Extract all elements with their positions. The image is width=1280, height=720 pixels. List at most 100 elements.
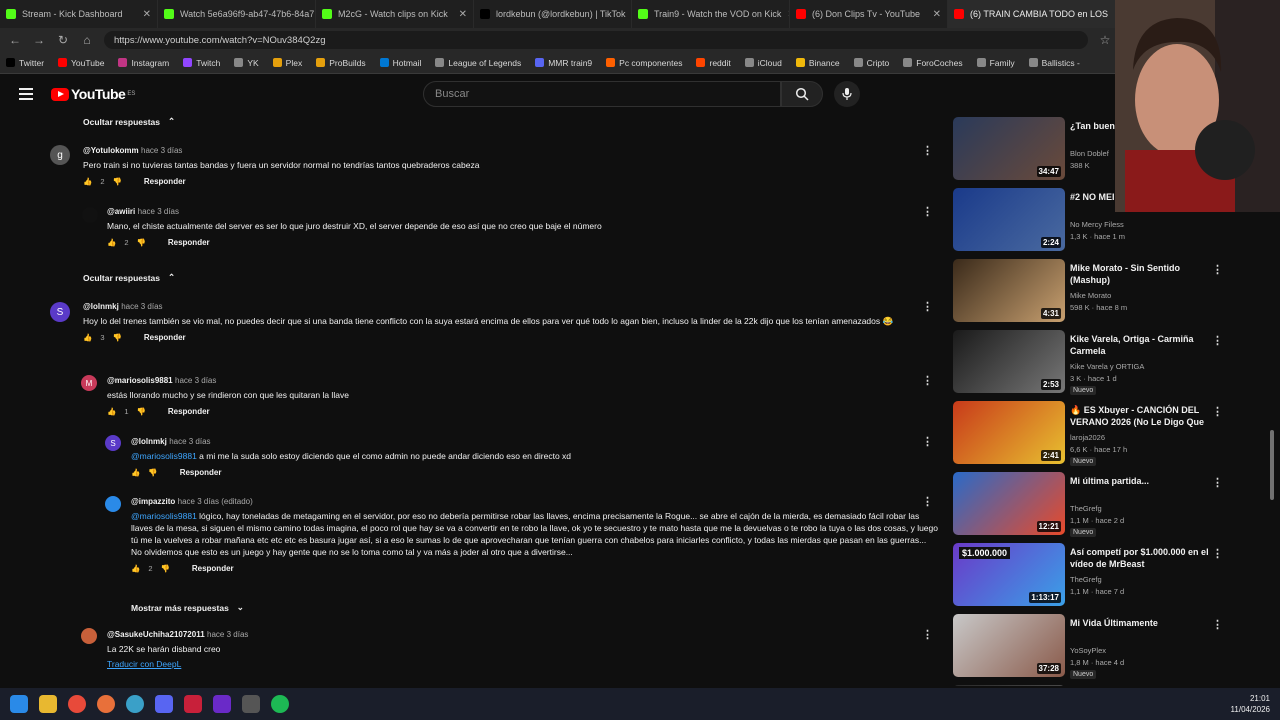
more-options-icon[interactable]: ⋮ xyxy=(922,300,933,313)
like-icon[interactable]: 👍 xyxy=(107,407,116,416)
streaming-app-icon[interactable] xyxy=(213,695,231,713)
video-title[interactable]: Mike Morato - Sin Sentido (Mashup) xyxy=(1070,262,1210,286)
avatar[interactable]: M xyxy=(81,375,97,391)
settings-icon[interactable] xyxy=(242,695,260,713)
comment-time[interactable]: hace 3 días xyxy=(121,302,162,311)
comment-author[interactable]: @Yotulokomm xyxy=(83,146,139,155)
more-options-icon[interactable]: ⋮ xyxy=(922,205,933,218)
discord-icon[interactable] xyxy=(155,695,173,713)
bookmark-item[interactable]: YouTube xyxy=(58,58,104,68)
bookmark-item[interactable]: MMR train9 xyxy=(535,58,592,68)
forward-icon[interactable]: → xyxy=(32,33,46,47)
video-title[interactable]: Kike Varela, Ortiga - Carmiña Carmela xyxy=(1070,333,1210,357)
channel-name[interactable]: laroja2026 xyxy=(1070,433,1105,442)
bookmark-item[interactable]: YK xyxy=(234,58,259,68)
bookmark-star-icon[interactable]: ☆ xyxy=(1098,33,1112,47)
video-title[interactable]: Mi Vida Últimamente xyxy=(1070,617,1210,629)
reply-button[interactable]: Responder xyxy=(144,333,186,342)
youtube-logo[interactable]: YouTube ES xyxy=(51,86,135,102)
browser-tab[interactable]: Watch 5e6a96f9-ab47-47b6-84a7✕ xyxy=(158,0,316,28)
channel-name[interactable]: TheGrefg xyxy=(1070,575,1102,584)
comment-time[interactable]: hace 3 días xyxy=(175,376,216,385)
more-options-icon[interactable]: ⋮ xyxy=(922,374,933,387)
avatar[interactable]: S xyxy=(50,302,70,322)
hide-replies-toggle[interactable]: Ocultar respuestas ⌃ xyxy=(83,272,175,283)
reply-button[interactable]: Responder xyxy=(192,564,234,573)
bookmark-item[interactable]: Plex xyxy=(272,58,302,68)
voice-search-button[interactable] xyxy=(834,81,860,107)
video-thumbnail[interactable]: 37:28 xyxy=(953,614,1065,677)
url-field[interactable]: https://www.youtube.com/watch?v=NOuv384Q… xyxy=(104,31,1088,49)
video-thumbnail[interactable]: $1.000.000 1:13:17 xyxy=(953,543,1065,606)
channel-name[interactable]: Mike Morato xyxy=(1070,291,1111,300)
video-title[interactable]: Mi última partida... xyxy=(1070,475,1210,487)
home-icon[interactable]: ⌂ xyxy=(80,33,94,47)
channel-name[interactable]: Kike Varela y ORTIGA xyxy=(1070,362,1144,371)
bookmark-item[interactable]: Instagram xyxy=(118,58,169,68)
edge-icon[interactable] xyxy=(126,695,144,713)
reply-button[interactable]: Responder xyxy=(180,468,222,477)
recommended-video[interactable]: 2:53 Kike Varela, Ortiga - Carmiña Carmel… xyxy=(950,330,1225,395)
like-icon[interactable]: 👍 xyxy=(107,238,116,247)
close-tab-icon[interactable]: ✕ xyxy=(933,9,941,20)
browser-tab[interactable]: Stream - Kick Dashboard ✕ xyxy=(0,0,158,28)
mention-link[interactable]: @mariosolis9881 xyxy=(131,511,197,521)
comment-time[interactable]: hace 3 días xyxy=(207,630,248,639)
more-options-icon[interactable]: ⋮ xyxy=(922,435,933,448)
comment-time[interactable]: hace 3 días (editado) xyxy=(178,497,253,506)
scrollbar-thumb[interactable] xyxy=(1270,430,1274,500)
channel-name[interactable]: YoSoyPlex xyxy=(1070,646,1106,655)
recommended-video[interactable]: 2:41 🔥 ES Xbuyer - CANCIÓN DEL VERANO 202… xyxy=(950,401,1225,466)
more-options-icon[interactable]: ⋮ xyxy=(922,495,933,508)
bookmark-item[interactable]: Hotmail xyxy=(379,58,421,68)
comment-author[interactable]: @impazzito xyxy=(131,497,175,506)
browser-tab[interactable]: (6) TRAIN CAMBIA TODO en LOS✕ xyxy=(948,0,1116,28)
dislike-icon[interactable]: 👎 xyxy=(137,407,146,416)
bookmark-item[interactable]: Twitter xyxy=(6,58,44,68)
avatar[interactable] xyxy=(82,207,98,223)
reply-button[interactable]: Responder xyxy=(168,238,210,247)
spotify-icon[interactable] xyxy=(271,695,289,713)
browser-tab[interactable]: (6) Don Clips Tv - YouTube ✕ xyxy=(790,0,948,28)
more-options-icon[interactable]: ⋮ xyxy=(1212,476,1223,489)
bookmark-item[interactable]: League of Legends xyxy=(435,58,521,68)
dislike-icon[interactable]: 👎 xyxy=(113,333,122,342)
comment-author[interactable]: @lolnmkj xyxy=(83,302,119,311)
video-thumbnail[interactable]: 2:53 xyxy=(953,330,1065,393)
avatar[interactable]: g xyxy=(50,145,70,165)
reload-icon[interactable]: ↻ xyxy=(56,33,70,47)
video-title[interactable]: Así competí por $1.000.000 en el vídeo d… xyxy=(1070,546,1210,570)
back-icon[interactable]: ← xyxy=(8,33,22,47)
channel-name[interactable]: TheGrefg xyxy=(1070,504,1102,513)
like-icon[interactable]: 👍 xyxy=(83,177,92,186)
recommended-video[interactable]: $1.000.000 1:13:17 Así competí por $1.000.… xyxy=(950,543,1225,607)
avatar[interactable]: S xyxy=(105,435,121,451)
app-icon[interactable] xyxy=(184,695,202,713)
bookmark-item[interactable]: Ballistics - xyxy=(1028,58,1080,68)
more-options-icon[interactable]: ⋮ xyxy=(1212,263,1223,276)
bookmark-item[interactable]: Cripto xyxy=(853,58,889,68)
video-thumbnail[interactable]: 2:24 xyxy=(953,188,1065,251)
channel-name[interactable]: No Mercy Filess xyxy=(1070,220,1124,229)
more-options-icon[interactable]: ⋮ xyxy=(1212,405,1223,418)
video-thumbnail[interactable] xyxy=(953,685,1065,686)
avatar[interactable] xyxy=(81,628,97,644)
more-options-icon[interactable]: ⋮ xyxy=(1212,547,1223,560)
mention-link[interactable]: @mariosolis9881 xyxy=(131,451,197,461)
bookmark-item[interactable]: ForoCoches xyxy=(903,58,963,68)
dislike-icon[interactable]: 👎 xyxy=(148,468,157,477)
like-icon[interactable]: 👍 xyxy=(131,564,140,573)
comment-time[interactable]: hace 3 días xyxy=(138,207,179,216)
recommended-video[interactable]: 37:28 Mi Vida Últimamente YoSoyPlex 1,8 M ·… xyxy=(950,614,1225,679)
recommended-video[interactable]: 4:31 Mike Morato - Sin Sentido (Mashup) Mi… xyxy=(950,259,1225,323)
comment-author[interactable]: @awiiri xyxy=(107,207,135,216)
translate-link[interactable]: Traducir con DeepL xyxy=(107,658,907,670)
chrome-icon[interactable] xyxy=(68,695,86,713)
browser-tab[interactable]: lordkebun (@lordkebun) | TikTok✕ xyxy=(474,0,632,28)
firefox-icon[interactable] xyxy=(97,695,115,713)
file-explorer-icon[interactable] xyxy=(39,695,57,713)
video-thumbnail[interactable]: 34:47 xyxy=(953,117,1065,180)
bookmark-item[interactable]: Twitch xyxy=(183,58,220,68)
more-options-icon[interactable]: ⋮ xyxy=(922,628,933,641)
search-input[interactable]: Buscar xyxy=(423,81,781,107)
